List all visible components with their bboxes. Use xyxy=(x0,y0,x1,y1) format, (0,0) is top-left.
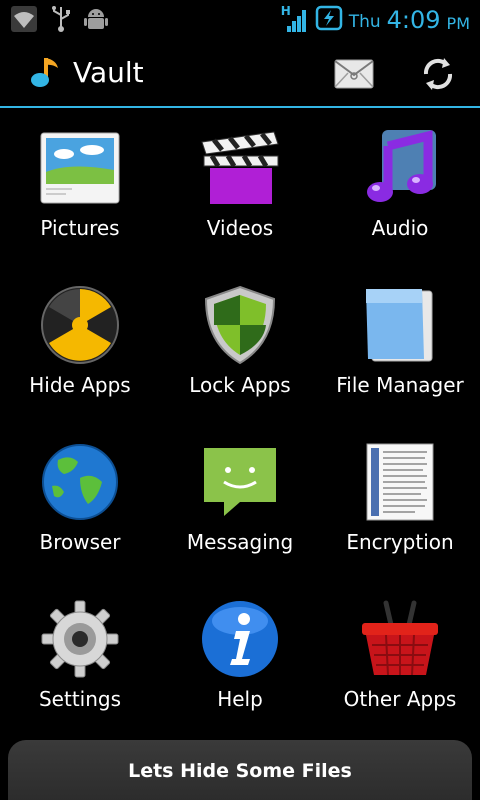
grid-item-videos[interactable]: Videos xyxy=(160,118,320,268)
grid-item-label: Lock Apps xyxy=(189,373,291,397)
android-debug-icon xyxy=(84,5,108,37)
grid-item-hide-apps[interactable]: Hide Apps xyxy=(0,275,160,425)
app-title: Vault xyxy=(73,56,144,89)
toast-text: Lets Hide Some Files xyxy=(128,760,352,782)
grid-item-other-apps[interactable]: Other Apps xyxy=(320,589,480,739)
action-bar: Vault xyxy=(0,38,480,108)
screen: H Thu 4:09 PM Vault Pictures Videos Audi… xyxy=(0,0,480,800)
messaging-icon xyxy=(198,440,282,524)
music-note-icon[interactable] xyxy=(26,52,66,92)
sync-icon[interactable] xyxy=(416,52,460,96)
grid-item-file-manager[interactable]: File Manager xyxy=(320,275,480,425)
action-bar-divider xyxy=(0,106,480,108)
signal-icon: H xyxy=(280,4,309,34)
status-ampm: PM xyxy=(446,13,470,33)
pictures-icon xyxy=(38,126,122,210)
status-bar: H Thu 4:09 PM xyxy=(0,0,480,38)
settings-icon xyxy=(38,597,122,681)
grid-item-browser[interactable]: Browser xyxy=(0,432,160,582)
grid-item-label: Pictures xyxy=(40,216,120,240)
grid-item-label: Help xyxy=(217,687,263,711)
grid-item-settings[interactable]: Settings xyxy=(0,589,160,739)
other-apps-icon xyxy=(358,597,442,681)
wifi-icon xyxy=(10,5,38,37)
network-type: H xyxy=(280,4,291,18)
grid-item-messaging[interactable]: Messaging xyxy=(160,432,320,582)
lock-apps-icon xyxy=(198,283,282,367)
mail-icon[interactable] xyxy=(332,52,376,96)
audio-icon xyxy=(358,126,442,210)
encryption-icon xyxy=(358,440,442,524)
grid-item-label: Encryption xyxy=(346,530,454,554)
grid-item-label: Audio xyxy=(371,216,429,240)
videos-icon xyxy=(198,126,282,210)
grid-item-encryption[interactable]: Encryption xyxy=(320,432,480,582)
grid-item-label: Videos xyxy=(206,216,274,240)
toast-message: Lets Hide Some Files xyxy=(8,740,472,800)
status-notifications xyxy=(10,5,108,37)
hide-apps-icon xyxy=(38,283,122,367)
grid-item-label: Settings xyxy=(38,687,122,711)
file-manager-icon xyxy=(358,283,442,367)
grid-item-label: Other Apps xyxy=(343,687,457,711)
status-time: 4:09 xyxy=(386,6,441,34)
grid-item-label: Hide Apps xyxy=(29,373,131,397)
status-day: Thu xyxy=(348,12,381,32)
browser-icon xyxy=(38,440,122,524)
grid-item-audio[interactable]: Audio xyxy=(320,118,480,268)
status-system: H Thu 4:09 PM xyxy=(281,4,470,36)
grid-item-label: File Manager xyxy=(336,373,464,397)
grid-item-label: Browser xyxy=(39,530,121,554)
grid-item-help[interactable]: Help xyxy=(160,589,320,739)
grid-item-label: Messaging xyxy=(186,530,294,554)
battery-charging-icon xyxy=(315,4,343,36)
usb-icon xyxy=(50,5,72,37)
grid-item-lock-apps[interactable]: Lock Apps xyxy=(160,275,320,425)
help-icon xyxy=(198,597,282,681)
grid-item-pictures[interactable]: Pictures xyxy=(0,118,160,268)
